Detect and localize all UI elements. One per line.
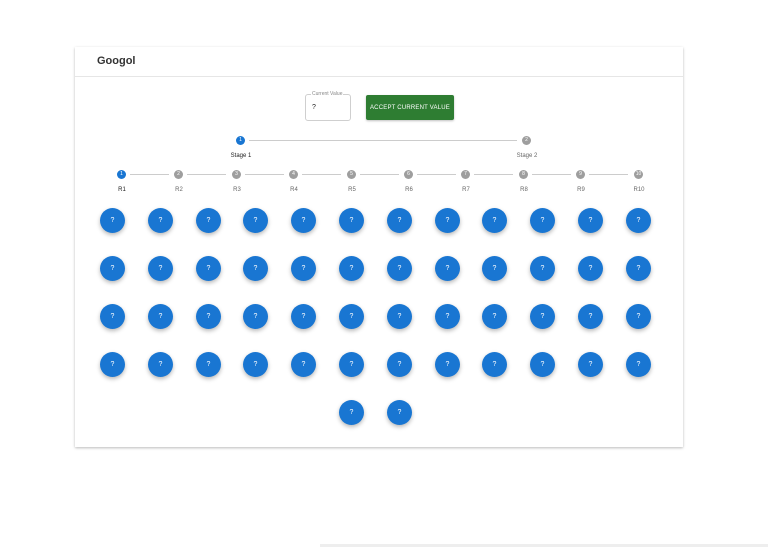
round-step-1[interactable]: 1 xyxy=(117,170,126,179)
round-step-10[interactable]: 10 xyxy=(634,170,643,179)
value-button[interactable]: ? xyxy=(578,352,603,377)
value-button[interactable]: ? xyxy=(578,208,603,233)
value-button[interactable]: ? xyxy=(530,352,555,377)
value-button[interactable]: ? xyxy=(196,352,221,377)
card-header: Googol xyxy=(75,47,683,77)
value-button[interactable]: ? xyxy=(339,256,364,281)
value-button[interactable]: ? xyxy=(100,352,125,377)
round-connector-line xyxy=(245,174,284,175)
round-connector-line xyxy=(187,174,226,175)
value-button[interactable]: ? xyxy=(435,352,460,377)
round-connector-line xyxy=(360,174,399,175)
round-label-5: R5 xyxy=(348,187,356,193)
value-button[interactable]: ? xyxy=(530,208,555,233)
stage-label-1: Stage 1 xyxy=(230,153,252,159)
current-value-label: Current Value xyxy=(311,90,344,98)
value-button[interactable]: ? xyxy=(291,352,316,377)
value-button[interactable]: ? xyxy=(100,304,125,329)
stage-step-2[interactable]: 2 xyxy=(522,136,531,145)
round-label-7: R7 xyxy=(462,187,470,193)
round-label-9: R9 xyxy=(577,187,585,193)
value-button[interactable]: ? xyxy=(100,208,125,233)
round-step-9[interactable]: 9 xyxy=(576,170,585,179)
round-connector-line xyxy=(417,174,456,175)
stage-label-2: Stage 2 xyxy=(516,153,538,159)
value-button[interactable]: ? xyxy=(196,304,221,329)
value-button[interactable]: ? xyxy=(291,304,316,329)
round-connector-line xyxy=(474,174,513,175)
value-button[interactable]: ? xyxy=(339,352,364,377)
value-button[interactable]: ? xyxy=(387,400,412,425)
round-label-4: R4 xyxy=(290,187,298,193)
round-step-3[interactable]: 3 xyxy=(232,170,241,179)
value-button[interactable]: ? xyxy=(387,208,412,233)
current-value-text: ? xyxy=(312,104,316,111)
value-button[interactable]: ? xyxy=(100,256,125,281)
round-label-1: R1 xyxy=(118,187,126,193)
value-button[interactable]: ? xyxy=(196,208,221,233)
value-button[interactable]: ? xyxy=(626,352,651,377)
round-step-6[interactable]: 6 xyxy=(404,170,413,179)
value-button[interactable]: ? xyxy=(435,304,460,329)
value-button[interactable]: ? xyxy=(196,256,221,281)
round-step-2[interactable]: 2 xyxy=(174,170,183,179)
value-button[interactable]: ? xyxy=(148,256,173,281)
value-button[interactable]: ? xyxy=(148,352,173,377)
round-label-10: R10 xyxy=(633,187,645,193)
round-label-2: R2 xyxy=(175,187,183,193)
value-button[interactable]: ? xyxy=(626,304,651,329)
round-step-5[interactable]: 5 xyxy=(347,170,356,179)
value-button[interactable]: ? xyxy=(243,304,268,329)
app-title: Googol xyxy=(97,55,136,67)
value-button[interactable]: ? xyxy=(530,256,555,281)
value-button[interactable]: ? xyxy=(435,256,460,281)
game-card: Googol Current Value ? ACCEPT CURRENT VA… xyxy=(75,47,683,447)
round-connector-line xyxy=(532,174,571,175)
value-button[interactable]: ? xyxy=(243,256,268,281)
value-button[interactable]: ? xyxy=(435,208,460,233)
round-label-3: R3 xyxy=(233,187,241,193)
round-step-8[interactable]: 8 xyxy=(519,170,528,179)
round-connector-line xyxy=(130,174,169,175)
value-button[interactable]: ? xyxy=(578,256,603,281)
round-connector-line xyxy=(589,174,628,175)
value-button[interactable]: ? xyxy=(626,208,651,233)
round-label-8: R8 xyxy=(520,187,528,193)
value-button[interactable]: ? xyxy=(387,256,412,281)
value-button[interactable]: ? xyxy=(291,208,316,233)
value-button[interactable]: ? xyxy=(243,352,268,377)
value-button[interactable]: ? xyxy=(339,304,364,329)
round-step-7[interactable]: 7 xyxy=(461,170,470,179)
value-button[interactable]: ? xyxy=(339,208,364,233)
value-button[interactable]: ? xyxy=(482,352,507,377)
value-button[interactable]: ? xyxy=(243,208,268,233)
value-button[interactable]: ? xyxy=(339,400,364,425)
value-button[interactable]: ? xyxy=(482,304,507,329)
value-button[interactable]: ? xyxy=(148,304,173,329)
round-connector-line xyxy=(302,174,341,175)
value-button[interactable]: ? xyxy=(530,304,555,329)
value-button[interactable]: ? xyxy=(148,208,173,233)
value-button[interactable]: ? xyxy=(626,256,651,281)
current-value-field[interactable]: Current Value ? xyxy=(305,90,351,121)
value-button[interactable]: ? xyxy=(387,304,412,329)
value-button[interactable]: ? xyxy=(482,256,507,281)
value-button[interactable]: ? xyxy=(578,304,603,329)
value-button[interactable]: ? xyxy=(291,256,316,281)
round-label-6: R6 xyxy=(405,187,413,193)
accept-current-value-button[interactable]: ACCEPT CURRENT VALUE xyxy=(366,95,454,120)
value-button[interactable]: ? xyxy=(482,208,507,233)
stage-step-1[interactable]: 1 xyxy=(236,136,245,145)
value-button[interactable]: ? xyxy=(387,352,412,377)
stage-connector-line xyxy=(249,140,517,141)
round-step-4[interactable]: 4 xyxy=(289,170,298,179)
